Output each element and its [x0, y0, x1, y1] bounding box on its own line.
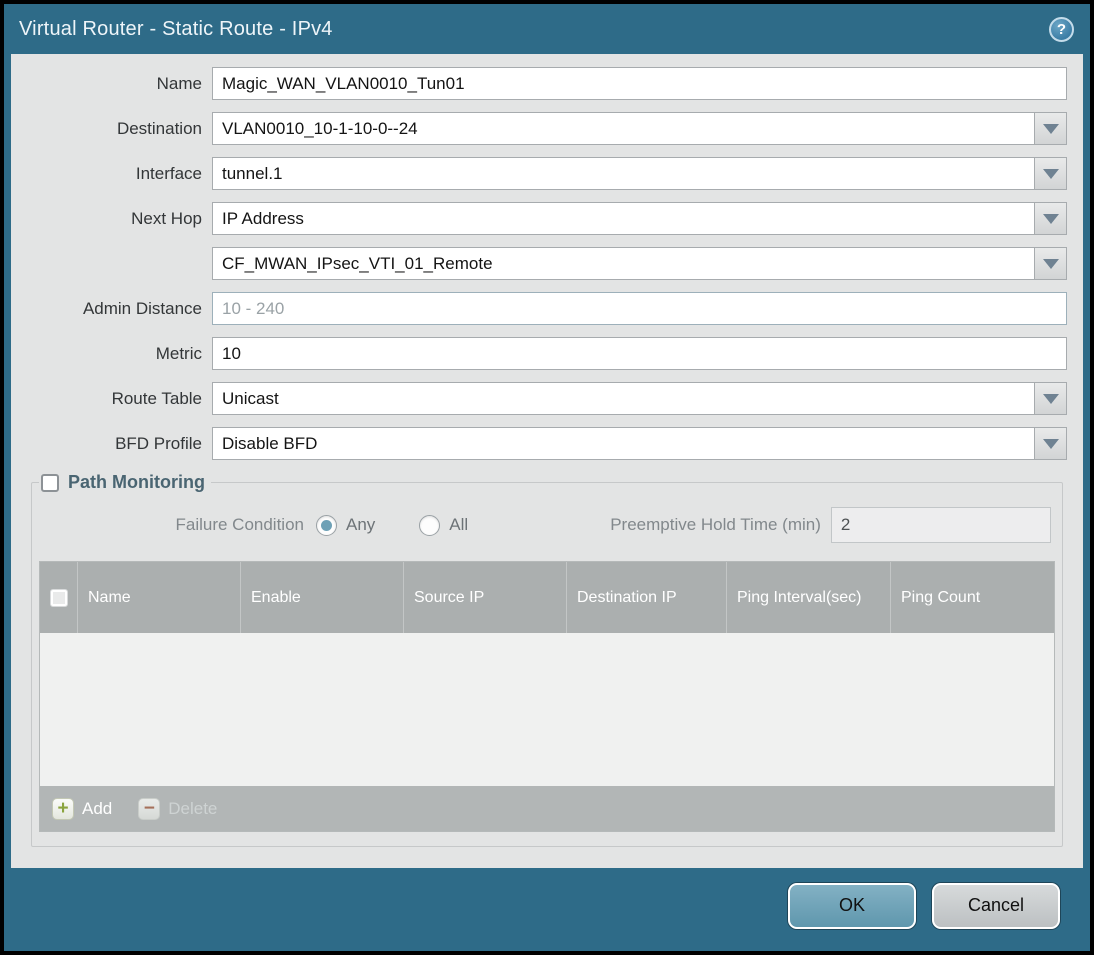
- interface-row: Interface: [11, 157, 1067, 190]
- name-row: Name: [11, 67, 1067, 100]
- help-icon[interactable]: ?: [1049, 16, 1074, 42]
- preemptive-hold-time-input[interactable]: [830, 507, 1051, 543]
- add-button[interactable]: + Add: [52, 797, 113, 820]
- path-monitoring-title: Path Monitoring: [68, 472, 205, 492]
- dialog-body: Name Destination Interface: [11, 54, 1083, 868]
- radio-unselected-icon: [419, 514, 441, 536]
- name-input[interactable]: [212, 67, 1067, 100]
- failure-condition-any-option[interactable]: Any: [316, 514, 376, 536]
- dialog-title: Virtual Router - Static Route - IPv4: [19, 17, 333, 40]
- admin-distance-input[interactable]: [212, 292, 1067, 325]
- bfd-profile-row: BFD Profile: [11, 427, 1067, 460]
- column-header-ping-interval: Ping Interval(sec): [727, 562, 891, 633]
- select-all-cell: [40, 562, 78, 633]
- cancel-button[interactable]: Cancel: [932, 882, 1060, 929]
- interface-input[interactable]: [212, 157, 1035, 190]
- table-header-row: Name Enable Source IP Destination IP Pin…: [40, 562, 1054, 633]
- next-hop-address-row: [11, 247, 1067, 280]
- failure-condition-label: Failure Condition: [175, 515, 304, 534]
- column-header-enable: Enable: [241, 562, 404, 633]
- path-monitoring-table: Name Enable Source IP Destination IP Pin…: [39, 561, 1055, 832]
- next-hop-row: Next Hop: [11, 202, 1067, 235]
- admin-distance-row: Admin Distance: [11, 292, 1067, 325]
- chevron-down-icon: [1042, 213, 1059, 224]
- plus-icon: +: [52, 797, 74, 820]
- failure-condition-any-label: Any: [346, 515, 376, 534]
- bfd-profile-dropdown-button[interactable]: [1035, 427, 1067, 460]
- bfd-profile-label: BFD Profile: [115, 433, 202, 453]
- column-header-destination-ip: Destination IP: [567, 562, 727, 633]
- chevron-down-icon: [1042, 393, 1059, 404]
- metric-row: Metric: [11, 337, 1067, 370]
- column-header-ping-count: Ping Count: [901, 588, 981, 606]
- next-hop-type-dropdown-button[interactable]: [1035, 202, 1067, 235]
- chevron-down-icon: [1042, 168, 1059, 179]
- static-route-dialog: Virtual Router - Static Route - IPv4 ? N…: [4, 4, 1090, 951]
- metric-label: Metric: [155, 343, 202, 363]
- column-header-name: Name: [78, 562, 241, 633]
- failure-condition-all-label: All: [449, 515, 469, 534]
- next-hop-address-dropdown-button[interactable]: [1035, 247, 1067, 280]
- column-header-source-ip: Source IP: [404, 562, 567, 633]
- select-all-checkbox[interactable]: [49, 588, 68, 607]
- failure-condition-row: Failure Condition Any All Preemptive Hol…: [39, 507, 1055, 543]
- route-table-input[interactable]: [212, 382, 1035, 415]
- chevron-down-icon: [1042, 438, 1059, 449]
- chevron-down-icon: [1042, 123, 1059, 134]
- path-monitoring-section: Path Monitoring Failure Condition Any Al…: [31, 472, 1063, 847]
- bfd-profile-input[interactable]: [212, 427, 1035, 460]
- path-monitoring-legend: Path Monitoring: [39, 472, 211, 493]
- delete-button[interactable]: − Delete: [138, 797, 218, 820]
- destination-row: Destination: [11, 112, 1067, 145]
- path-monitoring-checkbox[interactable]: [41, 473, 59, 492]
- destination-input[interactable]: [212, 112, 1035, 145]
- interface-dropdown-button[interactable]: [1035, 157, 1067, 190]
- failure-condition-all-option[interactable]: All: [419, 514, 469, 536]
- destination-label: Destination: [116, 118, 202, 138]
- add-button-label: Add: [82, 798, 113, 818]
- dialog-footer: OK Cancel: [4, 868, 1090, 951]
- metric-input[interactable]: [212, 337, 1067, 370]
- table-toolbar: + Add − Delete: [40, 786, 1054, 831]
- destination-dropdown-button[interactable]: [1035, 112, 1067, 145]
- admin-distance-label: Admin Distance: [82, 298, 202, 318]
- dialog-titlebar: Virtual Router - Static Route - IPv4 ?: [4, 4, 1090, 54]
- next-hop-label: Next Hop: [131, 208, 202, 228]
- interface-label: Interface: [135, 163, 202, 183]
- radio-selected-icon: [316, 514, 337, 536]
- minus-icon: −: [138, 797, 161, 820]
- name-label: Name: [156, 73, 202, 93]
- preemptive-hold-time-label: Preemptive Hold Time (min): [610, 515, 821, 534]
- next-hop-address-input[interactable]: [212, 247, 1035, 280]
- ok-button[interactable]: OK: [788, 882, 916, 929]
- delete-button-label: Delete: [168, 798, 218, 818]
- route-table-dropdown-button[interactable]: [1035, 382, 1067, 415]
- route-table-label: Route Table: [111, 388, 202, 408]
- chevron-down-icon: [1042, 258, 1059, 269]
- table-body-empty: [40, 633, 1054, 786]
- route-table-row: Route Table: [11, 382, 1067, 415]
- next-hop-type-input[interactable]: [212, 202, 1035, 235]
- static-route-form: Name Destination Interface: [11, 54, 1083, 460]
